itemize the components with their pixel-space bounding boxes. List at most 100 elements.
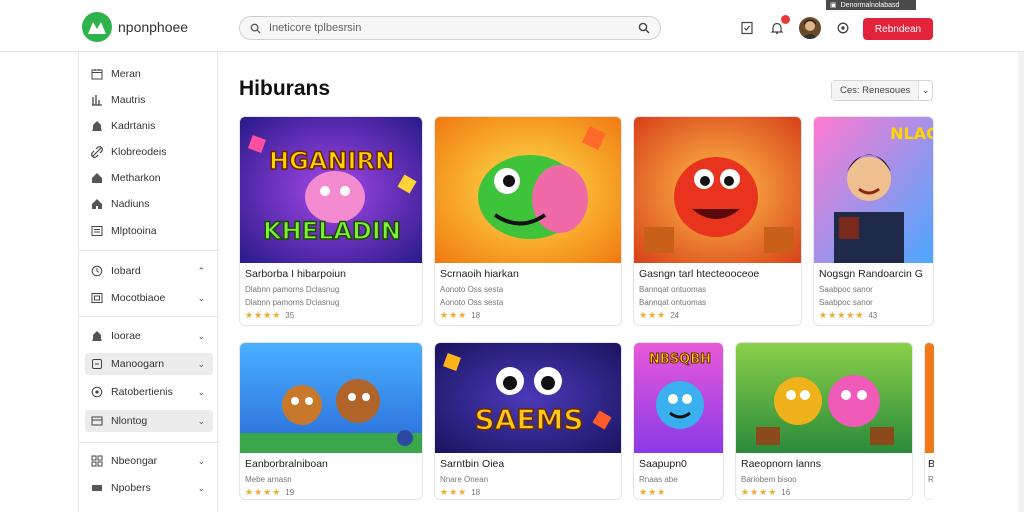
tooltip-text: Denormalnolabasd <box>840 1 900 9</box>
star-rating-icon: ★★★ <box>440 487 468 497</box>
sidebar-item-mlptooina[interactable]: Mlptooina <box>85 220 213 242</box>
sidebar-item-manoogarn[interactable]: Manoogarn ⌄ <box>85 353 213 375</box>
sidebar-item-nadiuns[interactable]: Nadiuns <box>85 193 213 215</box>
sidebar-item-label: Mocotbiaoe <box>111 292 166 304</box>
game-card[interactable]: NLAC Nogsgn Randoarcin G Saabpoc sanor S… <box>813 116 934 326</box>
brand-name: nponphoee <box>118 19 189 35</box>
sidebar-item-nlontog[interactable]: Nlontog ⌄ <box>85 410 213 432</box>
sidebar-item-label: Npobers <box>111 482 151 494</box>
game-card[interactable]: Scrnaoih hiarkan Aonoto Oss sesta Aonoto… <box>434 116 622 326</box>
game-card[interactable]: Gasngn tarl htecteooceoe Bannqat ontuoma… <box>633 116 802 326</box>
list-icon <box>91 226 103 236</box>
calendar-icon <box>91 69 103 80</box>
sort-label: Ces: Renesoues <box>832 81 920 100</box>
search-submit-icon[interactable] <box>638 22 650 34</box>
sidebar: Meran Mautris Kadrtanis Klobreodeis Meth… <box>78 52 219 512</box>
game-thumbnail[interactable] <box>634 117 801 263</box>
review-count: 18 <box>471 311 481 320</box>
game-subtitle: Rnaas abe <box>639 475 678 484</box>
sidebar-item-metharkon[interactable]: Metharkon <box>85 167 213 189</box>
chart-icon <box>92 95 102 106</box>
star-rating-icon: ★★★★★ <box>819 310 865 320</box>
sidebar-item-iobard[interactable]: Iobard ⌃ <box>85 260 213 282</box>
chevron-down-icon[interactable]: ⌄ <box>197 483 205 494</box>
game-subtitle: R <box>928 475 934 484</box>
game-rating: ★★★ 18 <box>440 487 480 498</box>
game-thumbnail[interactable]: NLAC <box>814 117 933 263</box>
doc-icon <box>92 359 102 369</box>
chevron-down-icon[interactable]: ⌄ <box>197 456 205 467</box>
game-subtitle: Aonoto Oss sesta <box>440 285 504 294</box>
scrollbar[interactable] <box>1018 52 1024 512</box>
game-rating: ★★★ <box>639 487 666 498</box>
game-thumbnail[interactable]: HGANIRN KHELADIN <box>240 117 422 263</box>
sidebar-divider <box>79 442 219 443</box>
settings-icon[interactable] <box>833 18 853 38</box>
sidebar-item-label: Mlptooina <box>111 225 157 237</box>
game-card[interactable]: NBSQBH Saapupn0 Rnaas abe ★★★ <box>633 342 724 500</box>
game-thumbnail[interactable] <box>925 343 934 453</box>
game-subtitle: Nnare Onean <box>440 475 489 484</box>
sidebar-item-npobers[interactable]: Npobers ⌄ <box>85 477 213 499</box>
chevron-down-icon[interactable]: ⌄ <box>197 387 205 398</box>
chevron-down-icon[interactable]: ⌄ <box>197 416 205 427</box>
avatar[interactable] <box>799 17 821 39</box>
game-title: Sarborba I hibarpoiun <box>245 268 346 280</box>
chevron-down-icon[interactable]: ⌄ <box>197 331 205 342</box>
search-input[interactable]: Ineticore tplbesrsin <box>269 22 630 34</box>
game-meta: Dlabnn pamorns Dclasnug <box>245 298 340 307</box>
tasks-icon[interactable] <box>737 18 757 38</box>
sort-dropdown[interactable]: Ces: Renesoues ⌄ <box>831 80 933 101</box>
game-card-partial[interactable]: B R <box>924 342 934 500</box>
sidebar-item-label: Nlontog <box>111 415 148 427</box>
sidebar-item-label: Meran <box>111 68 141 80</box>
chevron-down-icon[interactable]: ⌄ <box>197 293 205 304</box>
sidebar-item-ratobertienis[interactable]: Ratobertienis ⌄ <box>85 381 213 403</box>
game-title: Scrnaoih hiarkan <box>440 268 519 280</box>
game-card[interactable]: Eanborbralniboan Mebe arnasn ★★★★ 19 <box>239 342 423 500</box>
review-count: 16 <box>781 488 791 497</box>
sidebar-item-label: Nbeongar <box>111 455 158 467</box>
game-thumbnail[interactable] <box>435 117 621 263</box>
house-icon <box>92 199 102 209</box>
notifications-icon[interactable] <box>767 15 790 38</box>
game-card[interactable]: HGANIRN KHELADIN Sarborba I hibarpoiun D… <box>239 116 423 326</box>
star-rating-icon: ★★★★ <box>245 310 282 320</box>
game-logo-text: KHELADIN <box>263 217 401 245</box>
review-count: 35 <box>285 311 295 320</box>
game-thumbnail[interactable] <box>240 343 422 453</box>
tooltip-lock-icon: ▣ <box>830 2 837 9</box>
chevron-down-icon[interactable]: ⌄ <box>197 359 205 370</box>
game-title-art: HGANIRN <box>269 147 395 175</box>
chevron-up-icon[interactable]: ⌃ <box>197 266 205 277</box>
game-title: Eanborbralniboan <box>245 458 328 470</box>
game-title: Saapupn0 <box>639 458 687 470</box>
game-subtitle: Dlabnn pamorns Dclasnug <box>245 285 340 294</box>
globe-icon <box>91 386 103 398</box>
top-bar: nponphoee Ineticore tplbesrsin Rebndean … <box>0 0 1024 52</box>
page-title: Hiburans <box>239 77 331 100</box>
sidebar-divider <box>79 316 219 317</box>
clock-icon <box>91 265 103 277</box>
game-card[interactable]: SAEMS Sarntbin Oiea Nnare Onean ★★★ 18 <box>434 342 622 500</box>
game-rating: ★★★★★ 43 <box>819 310 877 321</box>
game-card[interactable]: Raeopnorn lanns Bariobem bisoo ★★★★ 16 <box>735 342 913 500</box>
sidebar-item-ioorae[interactable]: Ioorae ⌄ <box>85 325 213 347</box>
game-thumbnail[interactable] <box>736 343 912 453</box>
sidebar-item-klobreodeis[interactable]: Klobreodeis <box>85 141 213 163</box>
sidebar-item-nbeongar[interactable]: Nbeongar ⌄ <box>85 450 213 472</box>
game-thumbnail[interactable]: NBSQBH <box>634 343 723 453</box>
sidebar-item-mocotbiaoe[interactable]: Mocotbiaoe ⌄ <box>85 287 213 309</box>
sidebar-item-meran[interactable]: Meran <box>85 63 213 85</box>
sidebar-item-mautris[interactable]: Mautris <box>85 89 213 111</box>
game-thumbnail[interactable]: SAEMS <box>435 343 621 453</box>
sidebar-item-kadrtanis[interactable]: Kadrtanis <box>85 115 213 137</box>
sidebar-item-label: Klobreodeis <box>111 146 167 158</box>
cta-button[interactable]: Rebndean <box>863 18 933 40</box>
search-bar[interactable]: Ineticore tplbesrsin <box>239 16 661 40</box>
review-count: 18 <box>471 488 481 497</box>
home-icon <box>92 173 102 183</box>
link-icon <box>91 146 103 158</box>
brand[interactable]: nponphoee <box>82 12 188 42</box>
sidebar-item-label: Ioorae <box>111 330 141 342</box>
